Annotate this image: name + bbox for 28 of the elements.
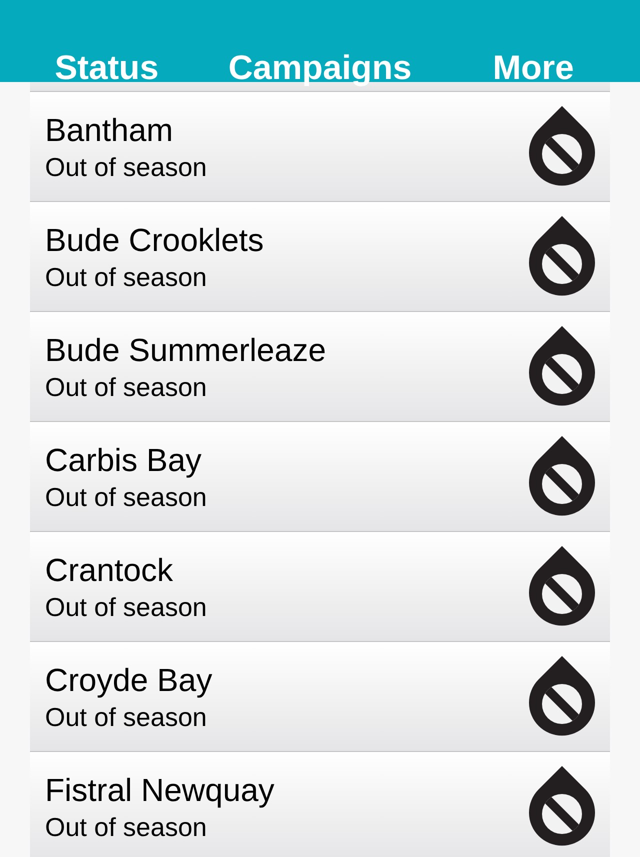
beach-name: Croyde Bay [45, 660, 214, 698]
beach-status: Out of season [45, 810, 208, 842]
beach-row[interactable]: Carbis Bay Out of season [30, 422, 610, 532]
beach-status: Out of season [45, 150, 208, 182]
prohibited-drop-icon [528, 326, 596, 408]
beach-row[interactable]: Bude Summerleaze Out of season [30, 312, 610, 422]
prohibited-drop-icon [528, 106, 596, 188]
beach-row[interactable]: Bude Crooklets Out of season [30, 202, 610, 312]
beach-name: Crantock [45, 550, 174, 588]
beach-name: Carbis Bay [45, 440, 202, 478]
beach-name: Fistral Newquay [45, 770, 276, 808]
beach-name: Bantham [45, 110, 174, 148]
beach-row[interactable]: Bantham Out of season [30, 92, 610, 202]
prohibited-drop-icon [528, 766, 596, 848]
beach-row[interactable]: Croyde Bay Out of season [30, 642, 610, 752]
beach-row[interactable]: Fistral Newquay Out of season [30, 752, 610, 857]
prohibited-drop-icon [528, 216, 596, 298]
beach-status: Out of season [45, 260, 208, 292]
beach-status: Out of season [45, 480, 208, 512]
prohibited-drop-icon [528, 546, 596, 628]
beach-status: Out of season [45, 700, 208, 732]
beach-status: Out of season [45, 370, 208, 402]
prohibited-drop-icon [528, 656, 596, 738]
beach-row[interactable]: Crantock Out of season [30, 532, 610, 642]
beach-name: Bude Crooklets [45, 220, 265, 258]
beach-status: Out of season [45, 590, 208, 622]
prohibited-drop-icon [528, 436, 596, 518]
beach-name: Bude Summerleaze [45, 330, 328, 368]
